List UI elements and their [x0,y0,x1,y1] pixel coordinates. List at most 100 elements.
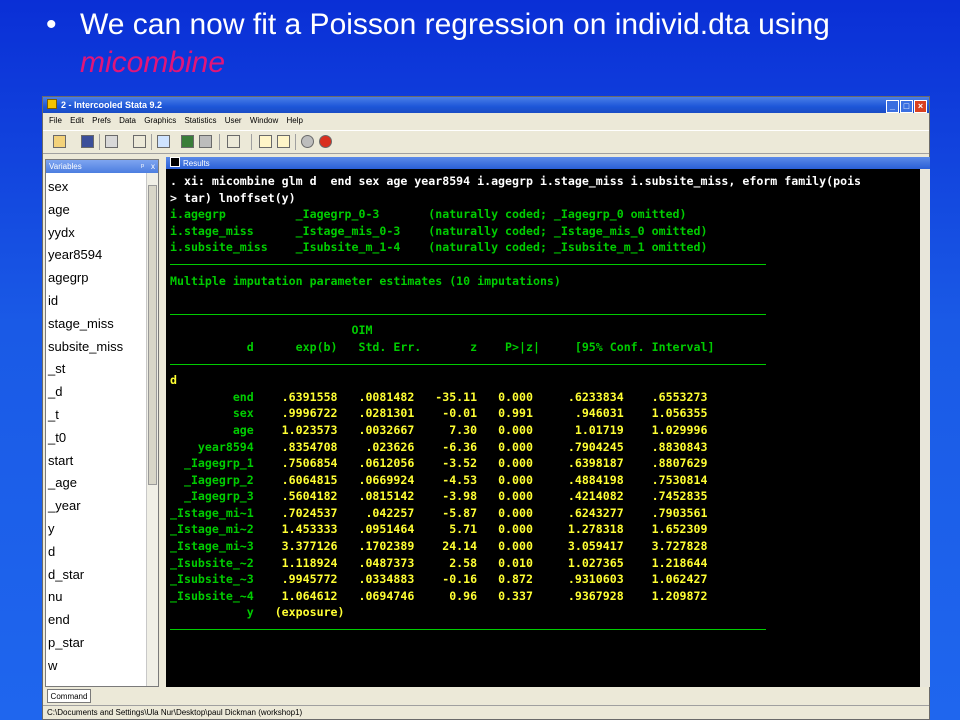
variable-item[interactable]: nu [48,586,144,609]
results-scrollbar[interactable] [920,169,930,687]
bullet-marker: • [46,8,57,41]
pin-icon[interactable]: ᵖ [141,160,144,173]
row-values: 1.023573 .0032667 7.30 0.000 1.01719 1.0… [253,422,708,437]
toolbar-separator [151,134,152,150]
row-values: 1.064612 .0694746 0.96 0.337 .9367928 1.… [253,588,708,603]
log-icon[interactable] [133,135,146,148]
stata-app-icon [47,99,57,109]
row-name: sex [170,406,254,421]
edit-icon[interactable] [227,135,240,148]
menu-window[interactable]: Window [250,116,278,125]
variable-item[interactable]: agegrp [48,267,144,290]
variable-item[interactable]: subsite_miss [48,336,144,359]
variable-item[interactable]: d [48,541,144,564]
variable-item[interactable]: p_star [48,632,144,655]
variables-header: Variables ᵖ x [46,160,158,173]
menu-data[interactable]: Data [119,116,136,125]
row-name: end [170,389,254,404]
results-header: Results [166,157,930,169]
depvar-label: d [170,373,177,388]
graph-icon[interactable] [181,135,194,148]
working-directory: C:\Documents and Settings\Ula Nur\Deskto… [47,708,303,717]
xi-line: i.subsite_miss _Isubsite_m_1-4 (naturall… [170,240,708,255]
rule-line [170,263,766,265]
row-values: 1.453333 .0951464 5.71 0.000 1.278318 1.… [253,522,708,537]
xi-line: i.agegrp _Iagegrp_0-3 (naturally coded; … [170,207,687,222]
row-name: _Isubsite_~3 [170,572,254,587]
row-name: _Iagegrp_1 [170,456,254,471]
window-controls: _ □ × [885,98,927,114]
row-values: 3.377126 .1702389 24.14 0.000 3.059417 3… [253,539,708,554]
row-name: age [170,422,254,437]
row-values: .7024537 .042257 -5.87 0.000 .6243277 .7… [253,505,708,520]
xi-line: i.stage_miss _Istage_mis_0-3 (naturally … [170,223,708,238]
rule-line [170,363,766,365]
menu-statistics[interactable]: Statistics [184,116,216,125]
row-values: .5604182 .0815142 -3.98 0.000 .4214082 .… [253,489,708,504]
window-titlebar[interactable]: 2 - Intercooled Stata 9.2 _ □ × [43,97,929,113]
variable-item[interactable]: _t [48,404,144,427]
table-row: _Iagegrp_1 .7506854 .0612056 -3.52 0.000… [170,456,708,471]
table-row: _Iagegrp_3 .5604182 .0815142 -3.98 0.000… [170,489,708,504]
variable-item[interactable]: age [48,199,144,222]
variables-title: Variables [49,162,82,171]
data-editor-icon[interactable] [259,135,272,148]
toolbar-separator [219,134,220,150]
menu-graphics[interactable]: Graphics [144,116,176,125]
menu-user[interactable]: User [225,116,242,125]
variable-item[interactable]: _year [48,495,144,518]
menu-edit[interactable]: Edit [70,116,84,125]
variable-item[interactable]: stage_miss [48,313,144,336]
save-icon[interactable] [81,135,94,148]
variables-scrollbar[interactable] [146,173,158,686]
estimates-summary: Multiple imputation parameter estimates … [170,273,561,288]
slide-title-main: We can now fit a Poisson regression on i… [80,8,830,41]
row-name: _Iagegrp_2 [170,472,254,487]
variable-item[interactable]: _age [48,472,144,495]
break-icon[interactable] [319,135,332,148]
row-values: .8354708 .023626 -6.36 0.000 .7904245 .8… [253,439,708,454]
variable-item[interactable]: _st [48,358,144,381]
menu-help[interactable]: Help [287,116,303,125]
maximize-button[interactable]: □ [900,100,913,113]
row-name: year8594 [170,439,254,454]
row-values: (exposure) [253,605,345,620]
variable-item[interactable]: d_star [48,564,144,587]
variable-item[interactable]: _d [48,381,144,404]
variable-item[interactable]: start [48,450,144,473]
variable-item[interactable]: year8594 [48,244,144,267]
toolbar-separator [99,134,100,150]
viewer-icon[interactable] [157,135,170,148]
toolbar-separator [251,134,252,150]
variable-item[interactable]: yydx [48,222,144,245]
row-name: _Istage_mi~2 [170,522,254,537]
toolbar [43,130,929,154]
slide-title-text: We can now fit a Poisson regression on i… [80,6,926,82]
table-row: _Istage_mi~1 .7024537 .042257 -5.87 0.00… [170,506,707,520]
row-values: 1.118924 .0487373 2.58 0.010 1.027365 1.… [253,555,708,570]
variable-item[interactable]: end [48,609,144,632]
close-button[interactable]: × [914,100,927,113]
command-tab[interactable]: Command [47,689,91,703]
open-icon[interactable] [53,135,66,148]
table-row: y (exposure) [170,605,345,619]
minimize-button[interactable]: _ [886,100,899,113]
menu-file[interactable]: File [49,116,62,125]
table-row: _Istage_mi~2 1.453333 .0951464 5.71 0.00… [170,522,707,536]
variable-item[interactable]: _t0 [48,427,144,450]
scrollbar-thumb[interactable] [148,185,157,485]
dofile-icon[interactable] [199,135,212,148]
menu-prefs[interactable]: Prefs [92,116,111,125]
slide-title: • We can now fit a Poisson regression on… [46,6,926,82]
variable-item[interactable]: y [48,518,144,541]
variable-item[interactable]: w [48,655,144,678]
data-browser-icon[interactable] [277,135,290,148]
row-name: y [170,605,254,620]
more-icon[interactable] [301,135,314,148]
results-window: Results . xi: micombine glm d end sex ag… [166,157,930,687]
close-icon[interactable]: x [151,160,155,173]
variable-item[interactable]: sex [48,176,144,199]
print-icon[interactable] [105,135,118,148]
row-name: _Isubsite_~4 [170,588,254,603]
variable-item[interactable]: id [48,290,144,313]
